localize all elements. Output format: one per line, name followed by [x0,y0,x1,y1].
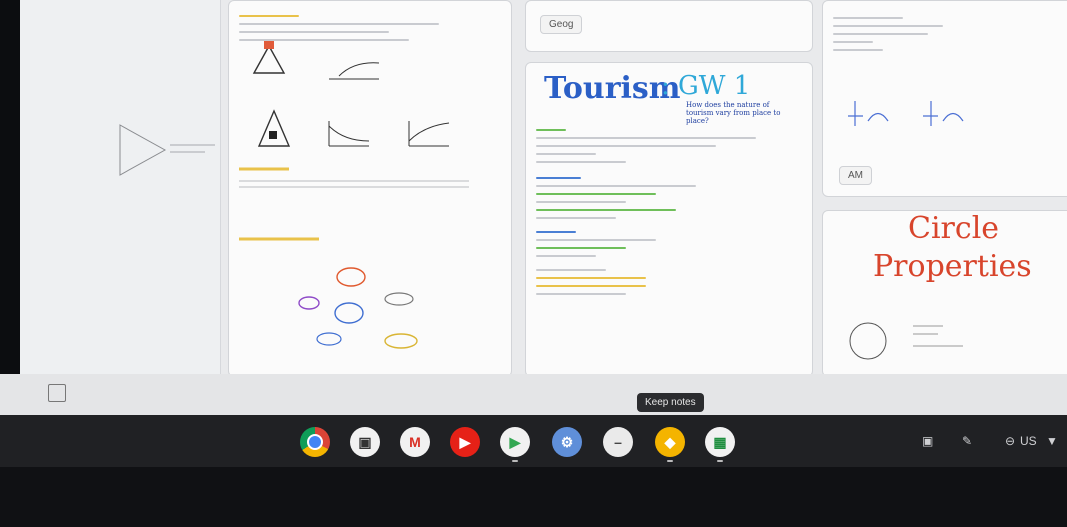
screen-lower-strip [0,374,1067,415]
keep-icon[interactable]: ◆ [655,427,685,457]
screen-capture-icon[interactable]: ▣ [922,434,933,448]
am-sketch [848,101,964,126]
left-note-panel[interactable] [20,0,221,375]
keep-running-dot [667,460,673,462]
circle-title-line-2: Properties [873,249,1032,284]
keep-notes-tooltip: Keep notes [637,393,704,412]
classroom-icon[interactable]: ▦ [705,427,735,457]
left-diagram [119,124,215,176]
dnd-icon[interactable]: ⊖ [1005,434,1015,448]
note-card-tourism[interactable]: Tourism : GW 1 How does the nature of to… [525,62,813,377]
geog-sketches [239,41,469,349]
image-icon[interactable] [48,384,66,402]
note-card-circle-properties[interactable]: Circle Properties [822,210,1067,377]
am-lines [833,11,1063,57]
tourism-lines [536,123,802,301]
minus-app-icon[interactable]: – [603,427,633,457]
tourism-subtitle: How does the nature of tourism vary from… [686,101,781,125]
wifi-icon[interactable]: ▼ [1046,434,1058,448]
pen-icon[interactable]: ✎ [962,434,972,448]
chrome-icon[interactable] [300,427,330,457]
play-store-running-dot [512,460,518,462]
note-card-geog-chip[interactable]: Geog [525,0,813,52]
screen: Geog Tourism : GW 1 How does the nature … [0,0,1067,527]
chromeos-shelf [0,415,1067,467]
youtube-icon[interactable]: ▶ [450,427,480,457]
classroom-running-dot [717,460,723,462]
note-card-geog-notes[interactable] [228,0,512,377]
play-store-icon[interactable]: ▶ [500,427,530,457]
note-card-am[interactable]: AM [822,0,1067,197]
gmail-icon[interactable]: M [400,427,430,457]
circle-title-line-1: Circle [908,211,1000,246]
tourism-suffix: : GW 1 [661,71,751,101]
label-chip-am[interactable]: AM [839,166,872,185]
label-chip-geog[interactable]: Geog [540,15,583,34]
laptop-bezel [0,467,1067,527]
settings-icon[interactable]: ⚙ [552,427,582,457]
files-icon[interactable]: ▣ [350,427,380,457]
locale-indicator[interactable]: US [1020,434,1037,448]
